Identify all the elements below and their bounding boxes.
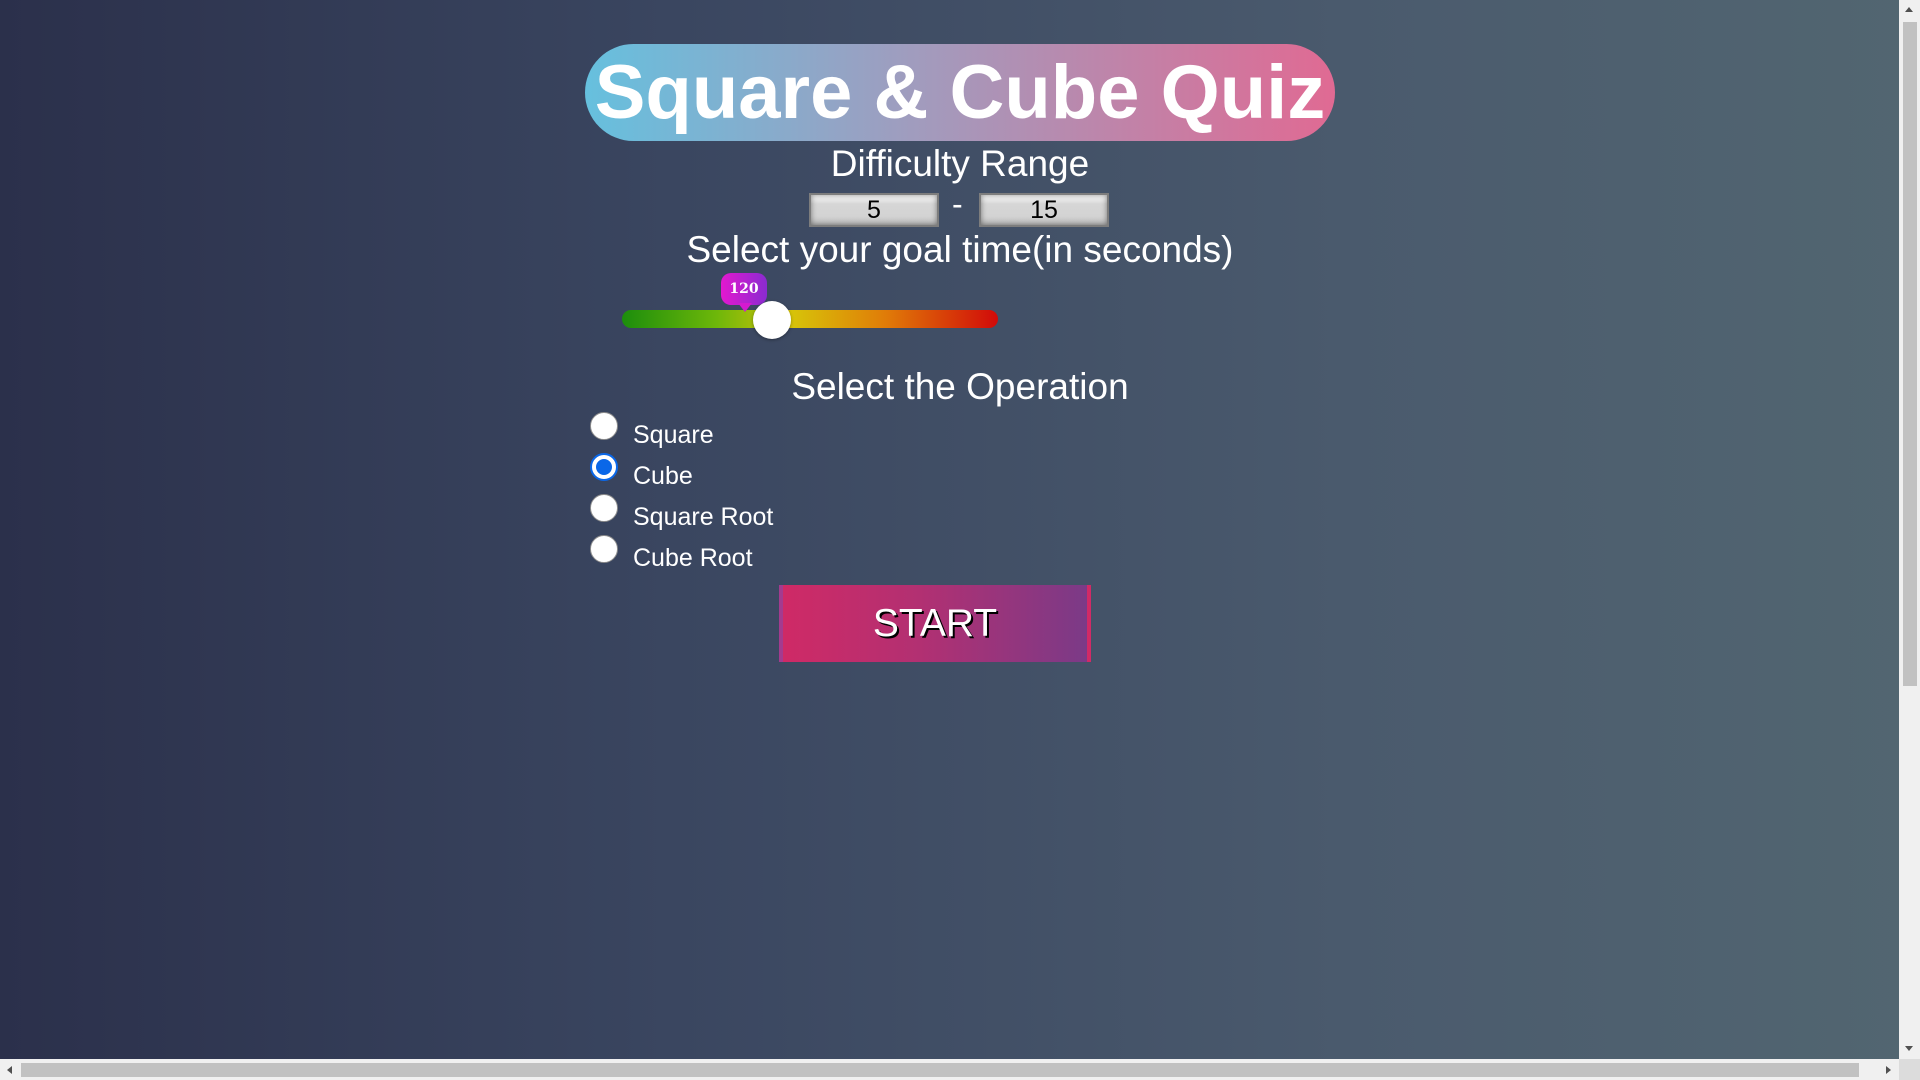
goal-time-slider-track[interactable]: [622, 310, 998, 328]
page-title: Square & Cube Quiz: [594, 50, 1326, 135]
start-button[interactable]: START: [779, 585, 1091, 662]
radio-label: Cube: [633, 462, 693, 490]
radio-button[interactable]: [590, 494, 618, 522]
goal-time-value-bubble: 120: [721, 273, 767, 305]
difficulty-range-row: -: [809, 186, 1111, 227]
operation-heading: Select the Operation: [791, 366, 1129, 407]
operation-option-square[interactable]: Square: [590, 412, 773, 453]
radio-button[interactable]: [590, 453, 618, 481]
horizontal-scrollbar-thumb[interactable]: [21, 1063, 1859, 1077]
bubble-pointer: [738, 303, 752, 312]
operation-radio-group: Square Cube Square Root Cube Root: [590, 412, 773, 576]
difficulty-max-input[interactable]: [979, 193, 1109, 227]
page-viewport: Square & Cube Quiz Difficulty Range - Se…: [0, 0, 1899, 1059]
goal-time-slider-thumb[interactable]: [753, 301, 791, 339]
difficulty-heading: Difficulty Range: [830, 143, 1090, 184]
scroll-right-arrow-icon[interactable]: [1886, 1066, 1891, 1074]
operation-option-square-root[interactable]: Square Root: [590, 494, 773, 535]
vertical-scrollbar-thumb[interactable]: [1903, 22, 1917, 686]
range-separator: -: [952, 186, 963, 222]
operation-option-cube-root[interactable]: Cube Root: [590, 535, 773, 576]
scrollbar-corner: [1899, 1059, 1920, 1080]
difficulty-min-input[interactable]: [809, 193, 939, 227]
scroll-down-arrow-icon[interactable]: [1905, 1046, 1913, 1051]
radio-button[interactable]: [590, 412, 618, 440]
radio-button[interactable]: [590, 535, 618, 563]
radio-label: Cube Root: [633, 544, 753, 572]
radio-label: Square Root: [633, 503, 774, 531]
goal-time-heading: Select your goal time(in seconds): [686, 229, 1234, 270]
scroll-up-arrow-icon[interactable]: [1905, 7, 1913, 12]
title-banner: Square & Cube Quiz: [585, 44, 1335, 141]
start-button-label: START: [872, 601, 998, 645]
operation-option-cube[interactable]: Cube: [590, 453, 773, 494]
radio-label: Square: [633, 421, 714, 449]
scroll-left-arrow-icon[interactable]: [7, 1066, 12, 1074]
